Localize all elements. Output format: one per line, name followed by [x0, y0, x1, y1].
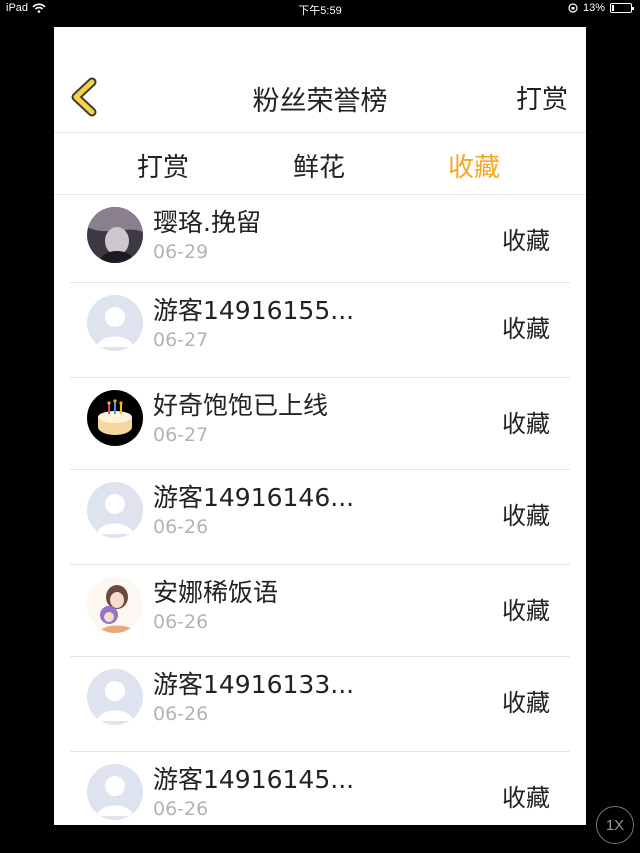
- action-label: 收藏: [502, 315, 550, 343]
- tab-flowers[interactable]: 鲜花: [293, 147, 345, 184]
- action-label: 收藏: [502, 597, 550, 625]
- list-item[interactable]: 游客14916133... 06-26 收藏: [54, 657, 586, 752]
- app-panel: 粉丝荣誉榜 打赏 打赏 鲜花 收藏 璎珞.挽留 06-29 收藏 游客14916155…: [54, 27, 586, 825]
- user-date: 06-26: [153, 611, 209, 633]
- action-label: 收藏: [502, 502, 550, 530]
- action-label: 收藏: [502, 689, 550, 717]
- list-item[interactable]: 游客14916155... 06-27 收藏: [54, 283, 586, 378]
- user-name: 游客14916155...: [153, 296, 355, 325]
- nav-bar: 粉丝荣誉榜 打赏: [54, 27, 586, 133]
- zoom-1x-button[interactable]: 1X: [596, 806, 634, 844]
- list-item[interactable]: 璎珞.挽留 06-29 收藏: [54, 195, 586, 283]
- user-date: 06-26: [153, 516, 209, 538]
- avatar: [87, 207, 143, 263]
- fan-list: 璎珞.挽留 06-29 收藏 游客14916155... 06-27 收藏 好奇饱饱已上线 0…: [54, 195, 586, 825]
- default-avatar-icon: [87, 482, 143, 538]
- user-name: 游客14916146...: [153, 483, 355, 512]
- status-right: 13%: [568, 2, 634, 14]
- list-item[interactable]: 游客14916146... 06-26 收藏: [54, 470, 586, 565]
- tip-button[interactable]: 打赏: [516, 79, 568, 116]
- default-avatar-icon: [87, 764, 143, 820]
- action-label: 收藏: [502, 784, 550, 812]
- user-date: 06-26: [153, 703, 209, 725]
- action-label: 收藏: [502, 227, 550, 255]
- list-item[interactable]: 好奇饱饱已上线 06-27 收藏: [54, 378, 586, 470]
- user-date: 06-27: [153, 329, 209, 351]
- action-label: 收藏: [502, 410, 550, 438]
- user-name: 游客14916133...: [153, 670, 355, 699]
- user-name: 好奇饱饱已上线: [153, 391, 329, 420]
- clock: 下午5:59: [298, 5, 342, 17]
- list-item[interactable]: 游客14916145... 06-26 收藏: [54, 752, 586, 825]
- default-avatar-icon: [87, 669, 143, 725]
- user-date: 06-29: [153, 241, 209, 263]
- avatar: [87, 577, 143, 633]
- user-name: 安娜稀饭语: [153, 578, 279, 607]
- tab-tip[interactable]: 打赏: [137, 147, 189, 184]
- user-date: 06-26: [153, 798, 209, 820]
- anime-avatar: [87, 577, 143, 633]
- page-title: 粉丝荣誉榜: [252, 86, 388, 117]
- battery-percent: 13%: [582, 2, 605, 14]
- user-photo-avatar: [87, 207, 143, 263]
- tab-favorites[interactable]: 收藏: [448, 147, 500, 184]
- tab-bar: 打赏 鲜花 收藏: [54, 133, 586, 195]
- rotation-lock-icon: [568, 3, 578, 13]
- default-avatar-icon: [87, 295, 143, 351]
- avatar: [87, 295, 143, 351]
- avatar: [87, 390, 143, 446]
- user-date: 06-27: [153, 424, 209, 446]
- battery-icon: [610, 3, 634, 13]
- user-name: 璎珞.挽留: [153, 208, 261, 237]
- avatar: [87, 764, 143, 820]
- user-name: 游客14916145...: [153, 765, 355, 794]
- cake-avatar: [87, 390, 143, 446]
- avatar: [87, 482, 143, 538]
- avatar: [87, 669, 143, 725]
- list-item[interactable]: 安娜稀饭语 06-26 收藏: [54, 565, 586, 657]
- status-bar: iPad 下午5:59 13%: [0, 0, 640, 18]
